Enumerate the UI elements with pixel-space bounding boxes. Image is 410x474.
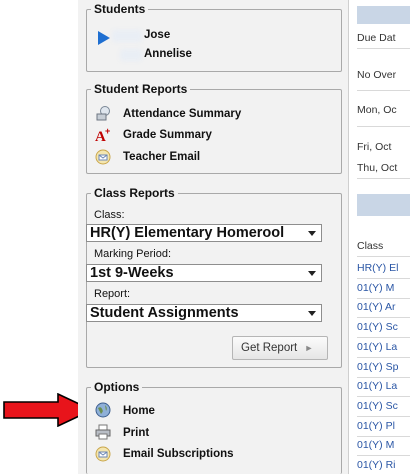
class-row-link[interactable]: HR(Y) El xyxy=(357,262,410,274)
grade-icon: A + xyxy=(95,127,110,143)
options-legend: Options xyxy=(94,380,140,394)
class-label: Class: xyxy=(94,209,125,221)
divider xyxy=(357,455,410,457)
class-row-link[interactable]: 01(Y) Ri xyxy=(357,459,410,471)
report-select-value: Student Assignments xyxy=(90,305,239,321)
divider xyxy=(357,396,410,398)
class-row-link[interactable]: 01(Y) Ar xyxy=(357,301,410,313)
divider xyxy=(357,435,410,437)
main-content-pane: Due Dat No Over Mon, Oc Fri, Oct Thu, Oc… xyxy=(349,0,410,474)
divider xyxy=(357,356,410,358)
marking-period-value: 1st 9-Weeks xyxy=(90,265,174,281)
printer-icon xyxy=(95,424,111,440)
globe-icon xyxy=(95,402,111,418)
get-report-button[interactable]: Get Report ► xyxy=(232,336,328,360)
due-row: Fri, Oct xyxy=(357,141,392,153)
divider xyxy=(357,48,410,49)
chevron-down-icon xyxy=(308,311,316,316)
student-reports-legend: Student Reports xyxy=(94,82,188,96)
chevron-down-icon xyxy=(308,271,316,276)
grade-summary-link[interactable]: Grade Summary xyxy=(123,129,212,141)
divider xyxy=(357,178,410,179)
home-link[interactable]: Home xyxy=(123,405,155,417)
class-reports-legend: Class Reports xyxy=(94,186,175,200)
teacher-email-link[interactable]: Teacher Email xyxy=(123,151,200,163)
attendance-summary-link[interactable]: Attendance Summary xyxy=(123,108,241,120)
due-row: Mon, Oc xyxy=(357,104,397,116)
class-row-link[interactable]: 01(Y) La xyxy=(357,341,410,353)
class-row-link[interactable]: 01(Y) Pl xyxy=(357,420,410,432)
class-column-header: Class xyxy=(357,240,384,252)
due-row: Thu, Oct xyxy=(357,162,398,174)
class-row-link[interactable]: 01(Y) Sc xyxy=(357,321,410,333)
divider xyxy=(357,376,410,378)
divider xyxy=(357,278,410,279)
student-annelise[interactable]: Annelise xyxy=(144,48,192,60)
report-select[interactable]: Student Assignments xyxy=(86,304,322,322)
due-row: No Over xyxy=(357,69,397,81)
print-link[interactable]: Print xyxy=(123,427,149,439)
class-select[interactable]: HR(Y) Elementary Homerool xyxy=(86,224,322,242)
marking-period-select[interactable]: 1st 9-Weeks xyxy=(86,264,322,282)
divider xyxy=(357,317,410,319)
divider xyxy=(357,415,410,417)
header-strip xyxy=(357,6,410,24)
email-icon xyxy=(95,446,111,462)
class-row-link[interactable]: 01(Y) M xyxy=(357,282,410,294)
divider xyxy=(357,126,410,127)
divider xyxy=(357,256,410,257)
attendance-icon xyxy=(96,106,110,121)
redacted-name-blur xyxy=(112,30,142,42)
chevron-down-icon xyxy=(308,231,316,236)
email-subscriptions-link[interactable]: Email Subscriptions xyxy=(123,448,234,460)
class-header-strip xyxy=(357,194,410,216)
student-jose[interactable]: Jose xyxy=(144,29,170,41)
class-row-link[interactable]: 01(Y) Sp xyxy=(357,361,410,373)
sidebar: Students Jose Annelise Student Reports A… xyxy=(78,0,349,474)
play-icon xyxy=(98,31,110,45)
svg-text:+: + xyxy=(105,127,110,136)
divider xyxy=(357,337,410,339)
class-row-link[interactable]: 01(Y) M xyxy=(357,439,410,451)
divider xyxy=(357,297,410,299)
get-report-label: Get Report xyxy=(241,342,298,354)
report-label: Report: xyxy=(94,288,131,300)
divider xyxy=(357,90,410,91)
play-small-icon: ► xyxy=(304,343,314,353)
class-row-link[interactable]: 01(Y) La xyxy=(357,380,410,392)
redacted-name-blur xyxy=(120,49,142,61)
class-row-link[interactable]: 01(Y) Sc xyxy=(357,400,410,412)
email-icon xyxy=(95,149,111,165)
class-select-value: HR(Y) Elementary Homerool xyxy=(90,225,285,241)
due-date-header: Due Dat xyxy=(357,32,396,44)
students-legend: Students xyxy=(94,2,146,16)
marking-period-label: Marking Period: xyxy=(94,248,172,260)
